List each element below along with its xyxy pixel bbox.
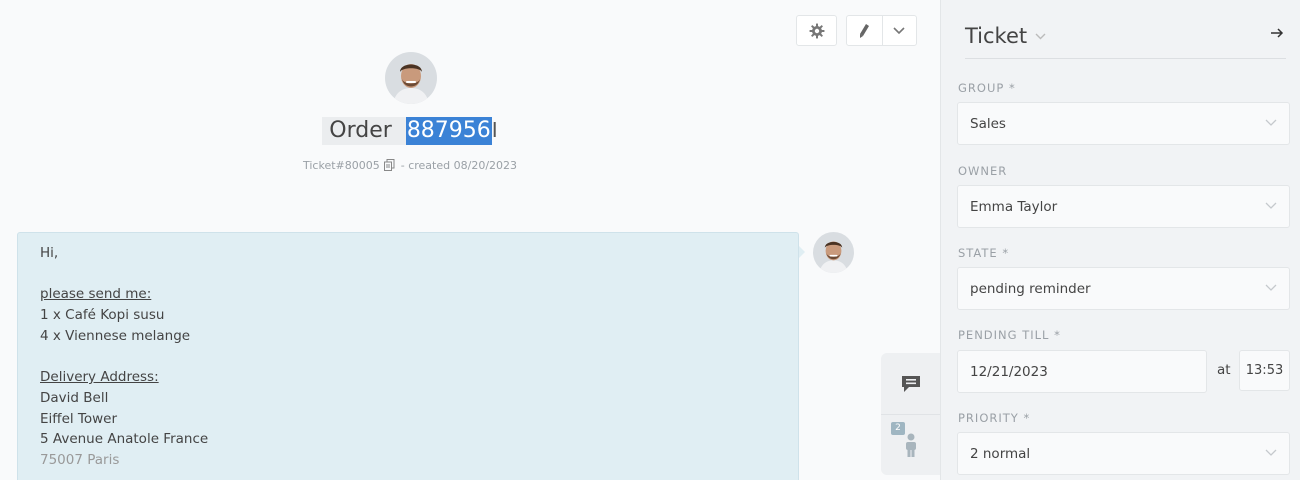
article-line: David Bell [40, 389, 109, 406]
arrow-right-icon [1271, 28, 1284, 38]
ticket-title[interactable]: Order 887956I [0, 117, 820, 145]
pending-till-label: PENDING TILL * [958, 328, 1061, 342]
article-line: Hi, [40, 245, 59, 261]
edit-options-button[interactable] [881, 16, 917, 45]
article-blank-line [40, 264, 776, 285]
title-prefix: Order [322, 117, 392, 145]
edit-button-group [846, 15, 917, 46]
pencil-icon [860, 23, 870, 38]
close-sidebar-button[interactable] [1270, 24, 1284, 43]
owner-value: Emma Taylor [970, 198, 1058, 215]
gear-icon [809, 23, 824, 38]
pending-time-input[interactable]: 13:53 [1239, 350, 1290, 391]
article-line: please send me: [40, 286, 152, 303]
ticket-number: Ticket#80005 [302, 159, 380, 172]
pending-date-input[interactable]: 12/21/2023 [957, 350, 1207, 393]
state-select[interactable]: pending reminder [957, 267, 1290, 310]
article-sender-avatar[interactable] [813, 232, 854, 273]
sidebar-header: Ticket [965, 14, 1286, 59]
group-value: Sales [970, 115, 1006, 132]
article-bubble: Hi, please send me: 1 x Café Kopi susu 4 x… [17, 232, 799, 480]
sidebar-tab-strip: 2 [881, 353, 940, 475]
chevron-down-icon [1265, 449, 1277, 456]
chevron-down-icon [893, 26, 905, 34]
owner-label: OWNER [958, 164, 1008, 178]
settings-button[interactable] [796, 15, 837, 46]
state-label: STATE * [958, 246, 1010, 260]
ticket-sidebar: Ticket GROUP * Sales OWNER Emma Taylor S… [940, 0, 1300, 480]
group-label: GROUP * [958, 81, 1016, 95]
article-line: 4 x Viennese melange [40, 327, 191, 344]
tab-customer[interactable]: 2 [881, 414, 940, 475]
ticket-main: Order 887956I Ticket#80005 - created 08/… [0, 0, 940, 480]
state-value: pending reminder [970, 280, 1091, 297]
ticket-created: - created 08/20/2023 [400, 159, 518, 172]
article-line: Delivery Address: [40, 369, 159, 386]
chevron-down-icon[interactable] [1035, 29, 1046, 43]
customer-icon [905, 433, 916, 457]
customer-ticket-count-badge: 2 [891, 422, 905, 435]
text-cursor-icon: I [491, 118, 498, 142]
tab-ticket[interactable] [881, 353, 940, 414]
pending-date-value: 12/21/2023 [970, 363, 1048, 380]
article-blank-line [40, 347, 776, 368]
title-selected-number: 887956 [405, 117, 492, 145]
article-line: Eiffel Tower [40, 410, 118, 427]
copy-icon[interactable] [384, 159, 395, 174]
sidebar-title[interactable]: Ticket [965, 24, 1027, 48]
priority-value: 2 normal [970, 445, 1031, 462]
edit-button[interactable] [847, 16, 882, 45]
group-select[interactable]: Sales [957, 102, 1290, 145]
chevron-down-icon [1265, 119, 1277, 126]
pending-time-value: 13:53 [1245, 363, 1284, 378]
ticket-meta: Ticket#80005 - created 08/20/2023 [0, 159, 820, 174]
chat-icon [901, 375, 920, 392]
bubble-arrow [799, 246, 805, 258]
priority-select[interactable]: 2 normal [957, 432, 1290, 475]
chevron-down-icon [1265, 202, 1277, 209]
owner-select[interactable]: Emma Taylor [957, 185, 1290, 228]
priority-label: PRIORITY * [958, 411, 1031, 425]
article-line: 5 Avenue Anatole France [40, 431, 209, 448]
customer-avatar[interactable] [385, 52, 437, 104]
pending-at-label: at [1217, 362, 1231, 378]
article-line: 75007 Paris [40, 452, 120, 469]
article-line: 1 x Café Kopi susu [40, 307, 165, 324]
chevron-down-icon [1265, 284, 1277, 291]
